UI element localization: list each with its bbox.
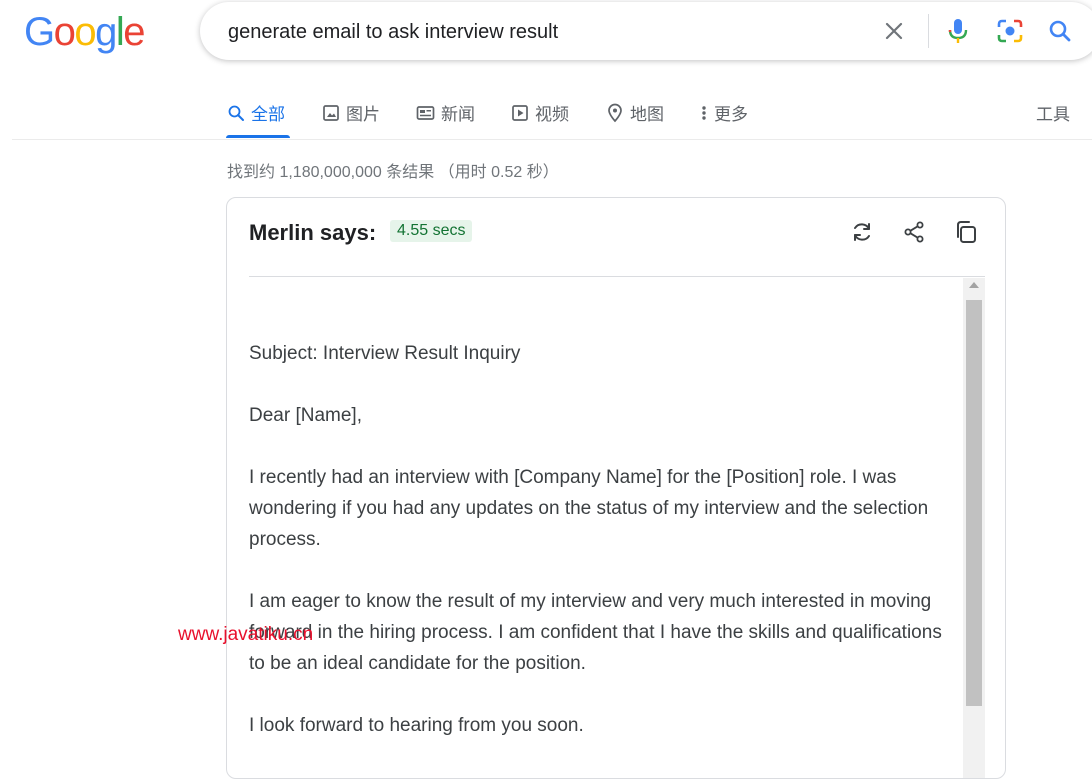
news-icon bbox=[416, 105, 435, 120]
response-scrollbar[interactable] bbox=[963, 278, 985, 778]
tab-label: 地图 bbox=[630, 105, 664, 124]
tab-label: 全部 bbox=[251, 105, 285, 124]
merlin-response: Subject: Interview Result Inquiry Dear [… bbox=[249, 338, 961, 772]
refresh-icon[interactable] bbox=[848, 218, 876, 246]
search-icon bbox=[228, 105, 244, 121]
tab-videos[interactable]: 视频 bbox=[511, 100, 569, 125]
google-logo[interactable]: Google bbox=[24, 10, 145, 55]
search-input[interactable]: generate email to ask interview result bbox=[228, 21, 558, 44]
tools-button[interactable]: 工具 bbox=[1036, 100, 1070, 125]
share-icon[interactable] bbox=[900, 218, 928, 246]
response-time-badge: 4.55 secs bbox=[390, 220, 473, 242]
scroll-up-arrow-icon[interactable] bbox=[969, 282, 979, 288]
logo-letter: l bbox=[115, 10, 125, 54]
search-bar[interactable]: generate email to ask interview result bbox=[200, 2, 1092, 60]
email-closing: I look forward to hearing from you soon. bbox=[249, 715, 584, 736]
search-divider bbox=[928, 14, 929, 48]
tab-label: 更多 bbox=[714, 105, 748, 124]
close-icon[interactable] bbox=[880, 17, 908, 45]
watermark: www.javatiku.cn bbox=[178, 624, 314, 645]
tab-label: 视频 bbox=[535, 105, 569, 124]
tab-images[interactable]: 图片 bbox=[322, 100, 380, 125]
camera-lens-icon[interactable] bbox=[996, 17, 1024, 45]
result-stats: 找到约 1,180,000,000 条结果 （用时 0.52 秒） bbox=[227, 164, 559, 181]
email-subject: Subject: Interview Result Inquiry bbox=[249, 343, 521, 364]
logo-letter: o bbox=[53, 10, 76, 54]
header-divider bbox=[249, 276, 985, 277]
tabs-divider bbox=[12, 139, 1092, 140]
video-icon bbox=[512, 104, 528, 121]
logo-letter: g bbox=[95, 10, 117, 54]
tab-maps[interactable]: 地图 bbox=[606, 100, 664, 125]
merlin-panel: Merlin says: 4.55 secs Subject: Intervie… bbox=[226, 197, 1006, 779]
microphone-icon[interactable] bbox=[944, 17, 972, 45]
email-paragraph: I am eager to know the result of my inte… bbox=[249, 591, 942, 674]
copy-icon[interactable] bbox=[952, 218, 980, 246]
tab-news[interactable]: 新闻 bbox=[416, 100, 475, 125]
scroll-thumb[interactable] bbox=[966, 300, 982, 706]
tab-label: 图片 bbox=[346, 105, 380, 124]
email-paragraph: I recently had an interview with [Compan… bbox=[249, 467, 929, 550]
tab-all[interactable]: 全部 bbox=[227, 100, 285, 125]
active-tab-indicator bbox=[226, 135, 290, 138]
map-pin-icon bbox=[608, 103, 622, 122]
merlin-title: Merlin says: bbox=[249, 220, 377, 245]
logo-letter: o bbox=[74, 10, 96, 54]
logo-letter: e bbox=[123, 10, 145, 54]
search-icon[interactable] bbox=[1046, 17, 1074, 45]
search-tabs: 全部 图片 新闻 视频 地图 更多 bbox=[0, 88, 1092, 140]
image-icon bbox=[323, 104, 339, 121]
email-greeting: Dear [Name], bbox=[249, 405, 362, 426]
more-dots-icon bbox=[702, 105, 706, 120]
tab-more[interactable]: 更多 bbox=[700, 100, 748, 125]
tab-label: 新闻 bbox=[441, 105, 475, 124]
logo-letter: G bbox=[24, 10, 55, 54]
